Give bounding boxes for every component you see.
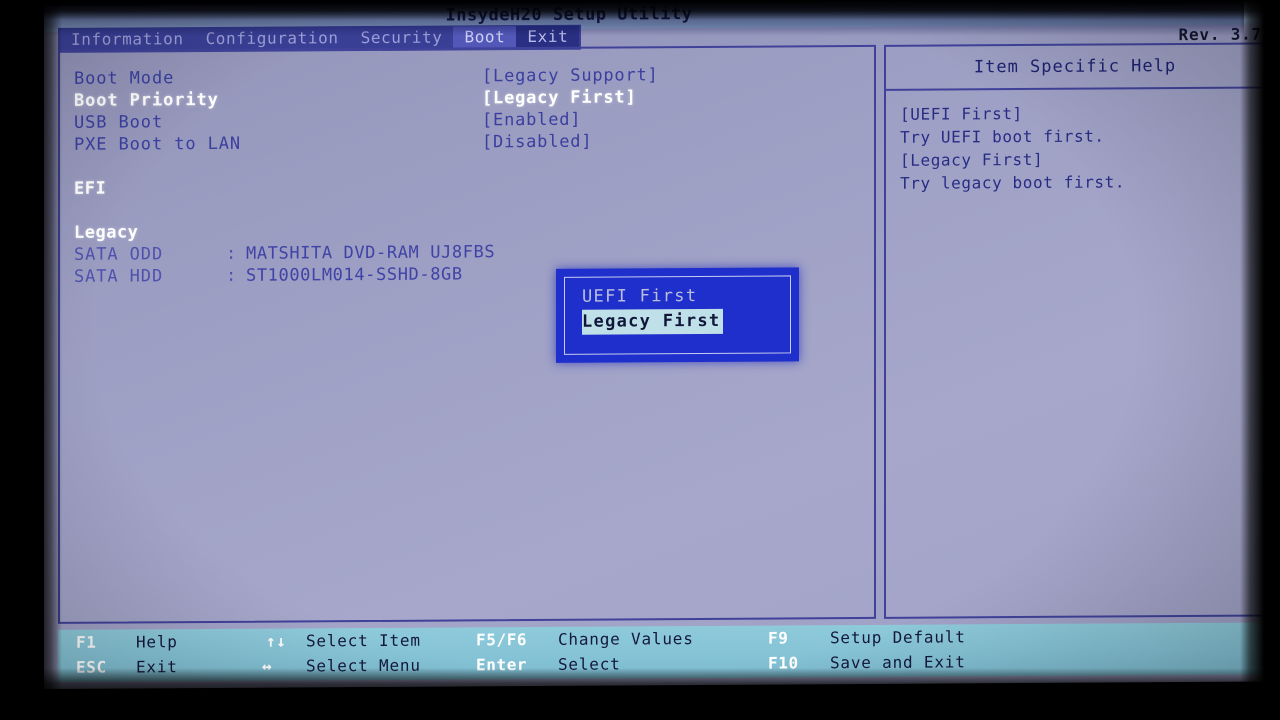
- boot-device-value-sata-hdd: ST1000LM014-SSHD-8GB: [246, 264, 463, 286]
- key-legend-bar: F1 Help ↑↓ Select Item F5/F6 Change Valu…: [58, 622, 1268, 682]
- help-line-uefi-first-desc: Try UEFI boot first.: [900, 126, 1105, 147]
- key-desc-select-menu: Select Menu: [306, 655, 421, 676]
- help-panel-header: Item Specific Help: [886, 44, 1264, 91]
- settings-panel: Boot Mode [Legacy Support] Boot Priority…: [58, 44, 876, 624]
- menu-item-exit[interactable]: Exit: [516, 25, 580, 50]
- key-desc-help: Help: [136, 632, 178, 652]
- boot-device-separator: :: [226, 265, 237, 286]
- key-desc-select-item: Select Item: [306, 630, 421, 651]
- key-enter[interactable]: Enter: [476, 652, 527, 677]
- key-desc-exit: Exit: [136, 657, 178, 677]
- help-line-legacy-first-title: [Legacy First]: [900, 149, 1044, 170]
- dialog-option-uefi-first[interactable]: UEFI First: [565, 283, 790, 309]
- help-line-legacy-first-desc: Try legacy boot first.: [900, 172, 1126, 193]
- boot-device-name-sata-odd: SATA ODD: [74, 244, 164, 265]
- key-f10[interactable]: F10: [768, 650, 799, 675]
- setting-label-usb-boot: USB Boot: [74, 112, 164, 133]
- key-f5-f6[interactable]: F5/F6: [476, 627, 527, 652]
- help-panel-title: Item Specific Help: [973, 56, 1177, 78]
- key-desc-setup-default: Setup Default: [830, 627, 966, 648]
- help-line-uefi-first-title: [UEFI First]: [900, 104, 1023, 124]
- help-panel-body: [UEFI First] Try UEFI boot first. [Legac…: [886, 89, 1264, 195]
- key-arrow-updown[interactable]: ↑↓: [266, 629, 286, 654]
- item-specific-help-panel: Item Specific Help [UEFI First] Try UEFI…: [884, 42, 1266, 619]
- revision-label: Rev. 3.7: [1178, 24, 1262, 45]
- key-desc-change-values: Change Values: [558, 629, 694, 649]
- dialog-inner-frame: UEFI First Legacy First: [564, 275, 791, 355]
- key-arrow-leftright[interactable]: ↔: [262, 654, 272, 679]
- setting-value-boot-mode[interactable]: [Legacy Support]: [482, 64, 659, 87]
- boot-device-separator: :: [226, 243, 237, 264]
- key-desc-save-and-exit: Save and Exit: [830, 652, 966, 673]
- setting-label-pxe-boot-to-lan: PXE Boot to LAN: [74, 133, 242, 155]
- setting-label-boot-mode: Boot Mode: [74, 68, 175, 89]
- menu-item-security[interactable]: Security: [350, 26, 454, 50]
- key-f1[interactable]: F1: [76, 630, 96, 655]
- bios-setup-utility: InsydeH20 Setup Utility Information Conf…: [44, 0, 1280, 690]
- setting-value-usb-boot[interactable]: [Enabled]: [482, 109, 581, 132]
- key-f9[interactable]: F9: [768, 625, 788, 650]
- setting-value-pxe-boot-to-lan[interactable]: [Disabled]: [482, 131, 592, 154]
- boot-device-name-sata-hdd: SATA HDD: [74, 266, 164, 287]
- bios-screen-photo: InsydeH20 Setup Utility Information Conf…: [0, 0, 1280, 720]
- settings-list: Boot Mode [Legacy Support] Boot Priority…: [74, 63, 854, 288]
- setting-label-boot-priority: Boot Priority: [74, 89, 219, 111]
- menu-item-boot[interactable]: Boot: [453, 26, 517, 50]
- boot-device-value-sata-odd: MATSHITA DVD-RAM UJ8FBS: [246, 242, 496, 264]
- setting-value-boot-priority[interactable]: [Legacy First]: [482, 86, 637, 109]
- dialog-option-legacy-first[interactable]: Legacy First: [582, 308, 724, 335]
- boot-priority-option-dialog[interactable]: UEFI First Legacy First: [556, 267, 799, 363]
- key-desc-select: Select: [558, 654, 621, 674]
- group-title-efi: EFI: [74, 178, 107, 199]
- key-esc[interactable]: ESC: [76, 655, 107, 680]
- group-title-legacy: Legacy: [74, 222, 139, 243]
